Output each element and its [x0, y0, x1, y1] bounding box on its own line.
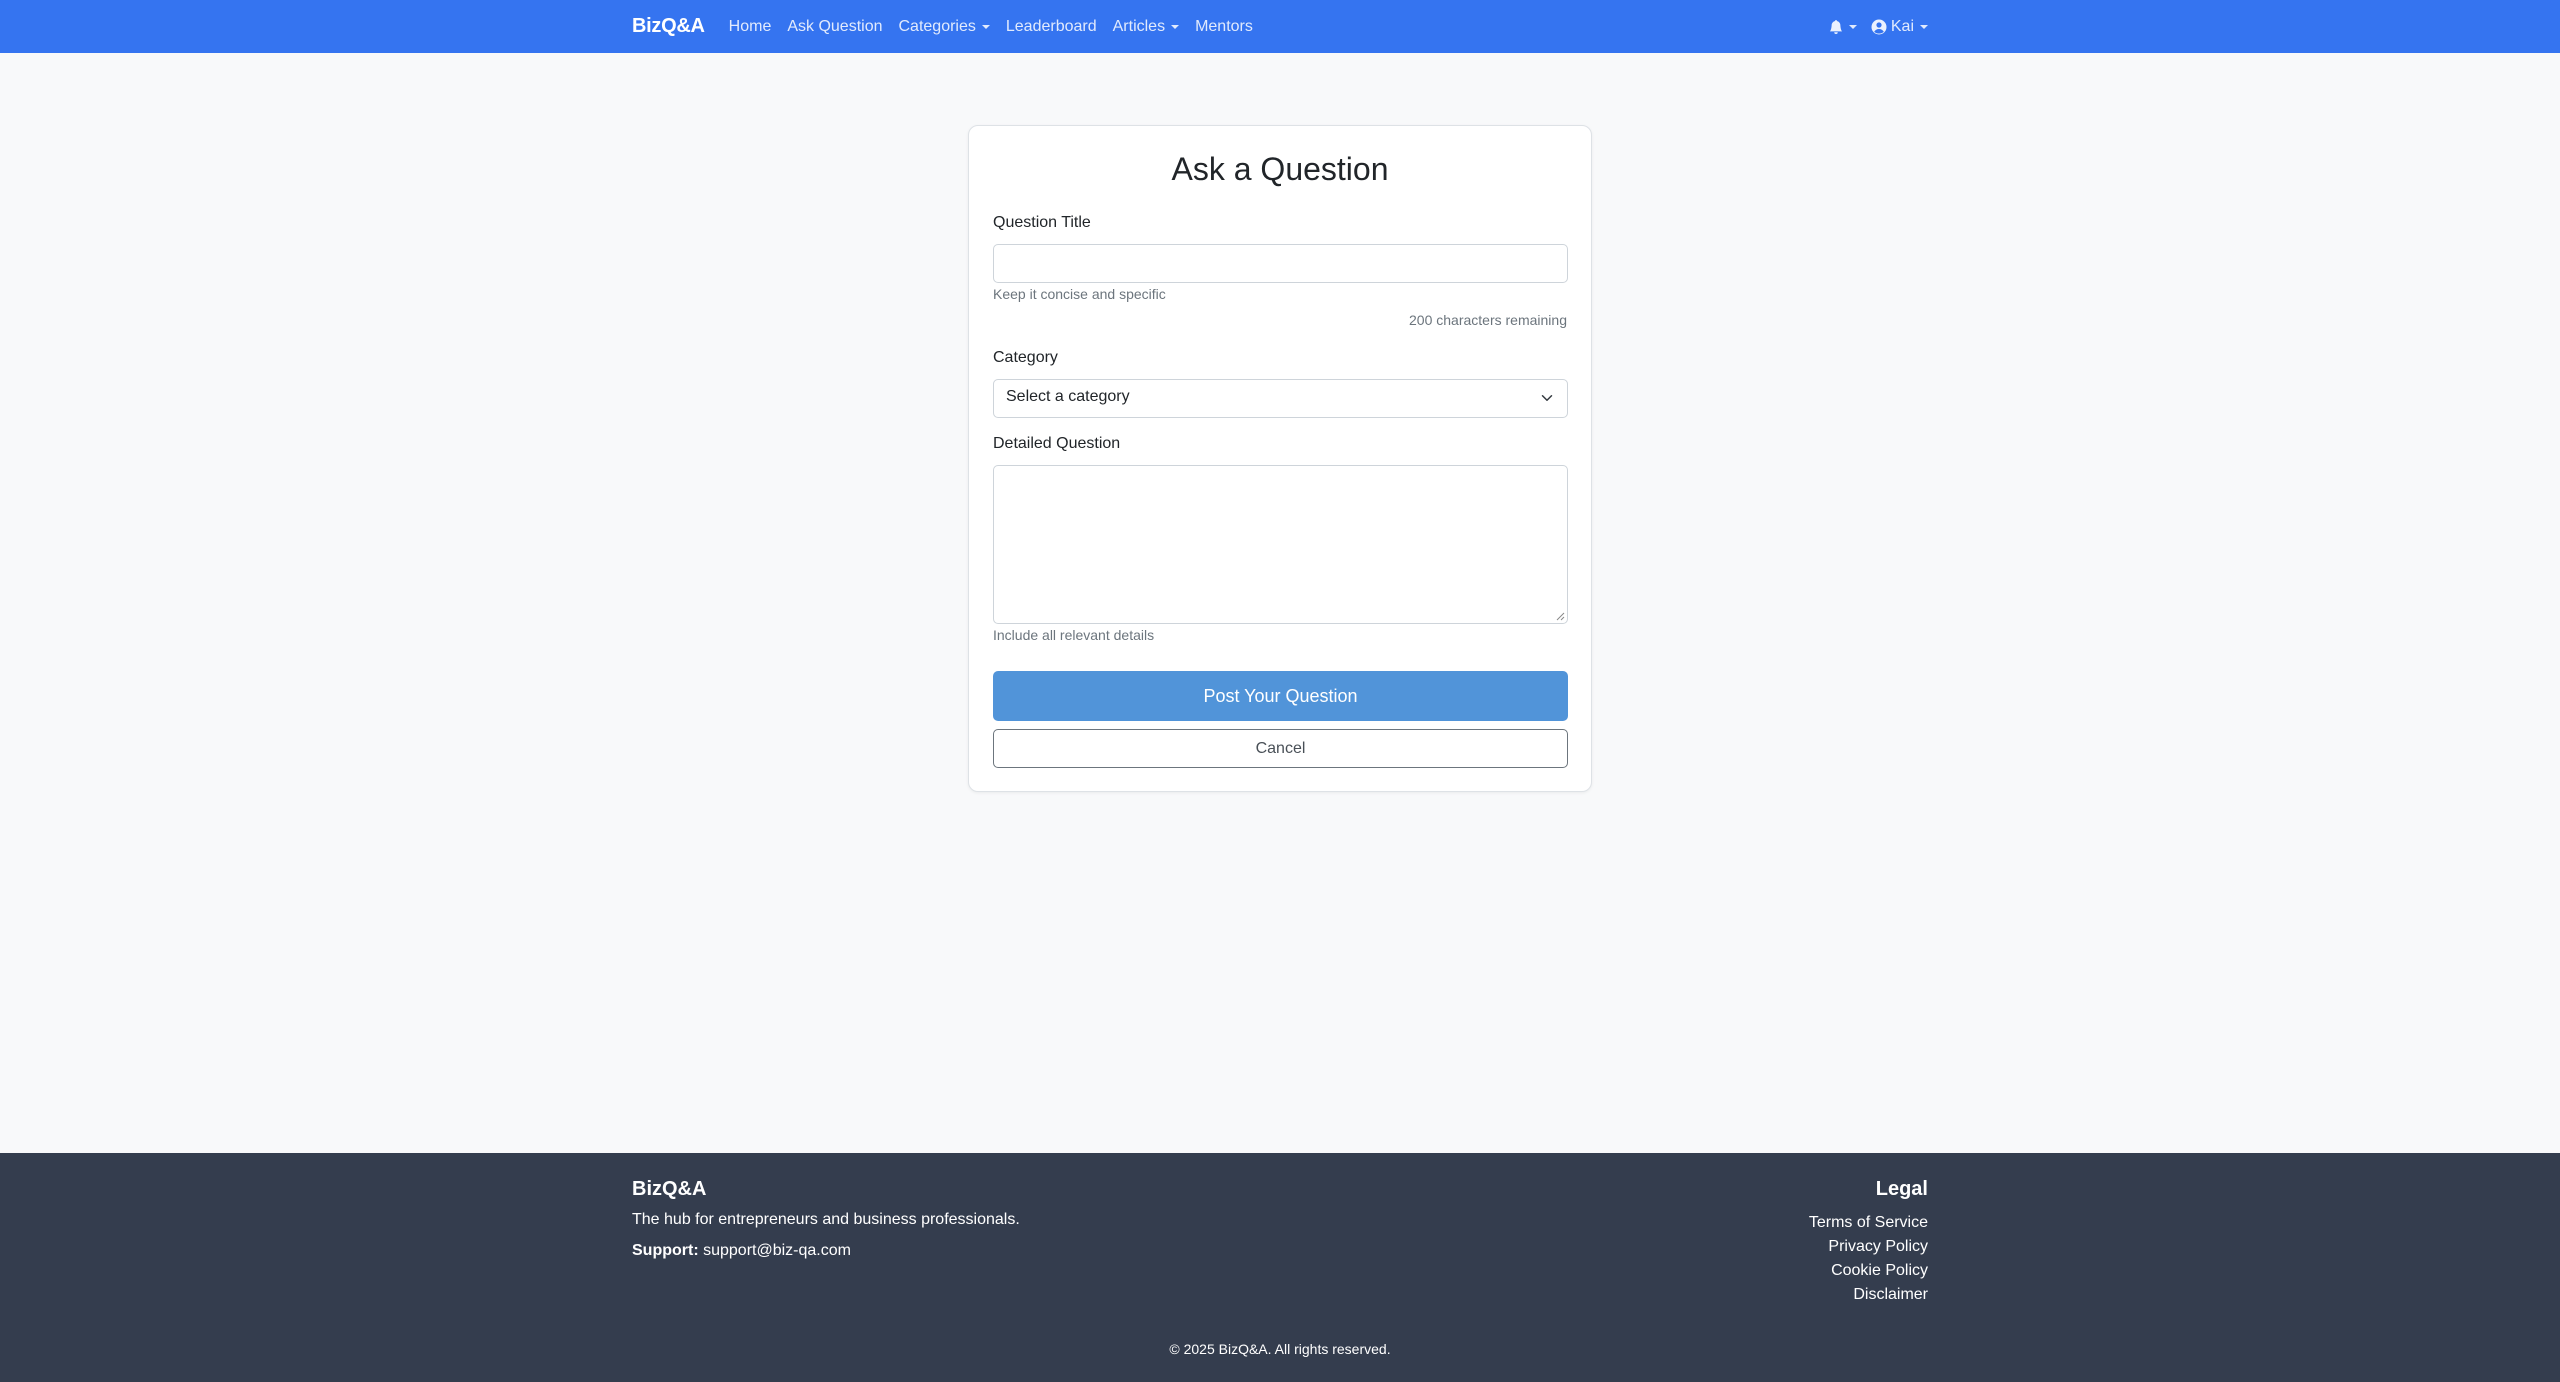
footer-brand: BizQ&A: [632, 1178, 707, 1200]
nav-articles-label: Articles: [1112, 17, 1166, 35]
caret-down-icon: [1171, 24, 1180, 29]
legal-link-terms[interactable]: Terms of Service: [1809, 1211, 1928, 1235]
category-label: Category: [993, 349, 1058, 366]
category-selected-value: Select a category: [1006, 388, 1130, 405]
post-question-button[interactable]: Post Your Question: [993, 671, 1568, 721]
characters-remaining: 200 characters remaining: [1409, 312, 1567, 328]
nav-link-home[interactable]: Home: [729, 18, 772, 36]
user-name: Kai: [1890, 17, 1914, 35]
nav-links: Home Ask Question Categories Leaderboard…: [729, 18, 1269, 36]
page-title: Ask a Question: [1171, 151, 1389, 187]
support-label: Support:: [632, 1242, 699, 1259]
site-footer: BizQ&A The hub for entrepreneurs and bus…: [0, 1153, 2560, 1382]
nav-dropdown-articles[interactable]: Articles: [1112, 17, 1180, 36]
notifications-dropdown[interactable]: [1829, 19, 1857, 34]
nav-link-mentors[interactable]: Mentors: [1195, 18, 1253, 36]
caret-down-icon: [1848, 24, 1857, 29]
detailed-question-label: Detailed Question: [993, 435, 1121, 452]
legal-link-disclaimer[interactable]: Disclaimer: [1809, 1283, 1928, 1307]
copyright: © 2025 BizQ&A. All rights reserved.: [1169, 1341, 1391, 1357]
caret-down-icon: [1920, 24, 1928, 29]
bell-icon: [1829, 19, 1842, 34]
user-circle-icon: [1871, 19, 1887, 34]
legal-link-cookie[interactable]: Cookie Policy: [1809, 1259, 1928, 1283]
cancel-button[interactable]: Cancel: [993, 729, 1568, 768]
legal-links: Terms of Service Privacy Policy Cookie P…: [1809, 1211, 1928, 1307]
navbar-container: BizQ&A Home Ask Question Categories Lead…: [632, 0, 1928, 53]
nav-categories-label: Categories: [898, 17, 976, 35]
nav-link-leaderboard[interactable]: Leaderboard: [1006, 18, 1097, 36]
caret-down-icon: [981, 24, 990, 29]
support-email[interactable]: support@biz-qa.com: [703, 1242, 851, 1259]
ask-question-card: Ask a Question Question Title Keep it co…: [968, 125, 1592, 792]
chevron-down-icon: [1541, 395, 1553, 401]
detailed-question-help: Include all relevant details: [993, 627, 1155, 643]
detailed-question-textarea[interactable]: [993, 465, 1568, 624]
footer-tagline: The hub for entrepreneurs and business p…: [632, 1211, 1020, 1228]
question-title-label: Question Title: [993, 214, 1091, 231]
legal-link-privacy[interactable]: Privacy Policy: [1809, 1235, 1928, 1259]
legal-heading: Legal: [1875, 1178, 1928, 1200]
user-menu-dropdown[interactable]: Kai: [1871, 18, 1928, 36]
footer-support: Support: support@biz-qa.com: [632, 1242, 851, 1260]
nav-link-ask-question[interactable]: Ask Question: [787, 18, 882, 36]
question-title-input[interactable]: [993, 244, 1568, 283]
brand-logo[interactable]: BizQ&A: [632, 15, 705, 38]
question-title-help: Keep it concise and specific: [993, 286, 1166, 302]
top-navbar: BizQ&A Home Ask Question Categories Lead…: [0, 0, 2560, 53]
resize-handle-icon[interactable]: [1556, 612, 1565, 621]
nav-dropdown-categories[interactable]: Categories: [899, 18, 990, 36]
nav-right: Kai: [1829, 18, 1928, 36]
category-select[interactable]: Select a category: [993, 379, 1568, 418]
